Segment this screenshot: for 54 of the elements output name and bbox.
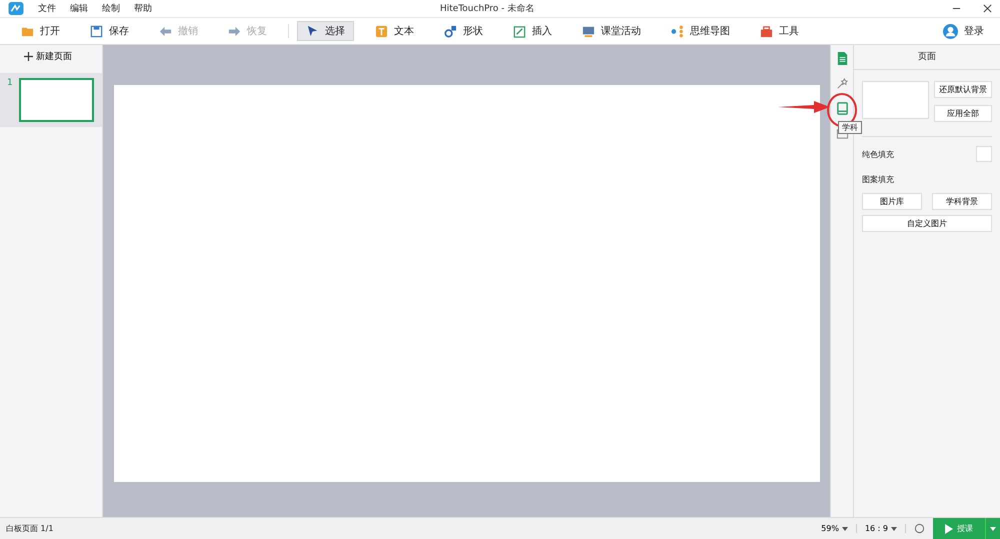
- apply-all-button[interactable]: 应用全部: [934, 105, 992, 122]
- insert-icon: [513, 24, 526, 38]
- presentation-icon: [582, 24, 595, 38]
- page-thumbnail[interactable]: [18, 78, 94, 122]
- refresh-icon[interactable]: [914, 523, 925, 534]
- toolbox-icon: [760, 24, 773, 38]
- tooltip: 学科: [838, 121, 862, 134]
- cursor-icon: [306, 24, 319, 38]
- menu-item[interactable]: 帮助: [134, 2, 152, 15]
- login-link[interactable]: 登录: [964, 24, 984, 38]
- toolbar-button[interactable]: 工具: [751, 21, 808, 41]
- page-settings-icon[interactable]: [836, 52, 848, 65]
- caret-icon: [891, 526, 897, 530]
- reset-background-button[interactable]: 还原默认背景: [934, 81, 992, 98]
- user-avatar-icon[interactable]: [943, 24, 958, 38]
- save-icon: [90, 24, 103, 38]
- color-swatch[interactable]: [976, 146, 992, 162]
- toolbar-button[interactable]: 打开: [12, 21, 69, 41]
- image-library-button[interactable]: 图片库: [862, 193, 922, 210]
- panel-title: 页面: [854, 45, 1000, 70]
- toolbar-button[interactable]: 选择: [297, 21, 354, 41]
- window-title: HiteTouchPro - 未命名: [440, 2, 534, 15]
- new-page-button[interactable]: 新建页面: [24, 50, 72, 63]
- caret-icon: [990, 526, 996, 530]
- mind-map-icon: [671, 24, 684, 38]
- toolbar-button[interactable]: 课堂活动: [573, 21, 650, 41]
- caret-icon: [842, 526, 848, 530]
- shapes-icon: [444, 24, 457, 38]
- redo-icon: [228, 24, 241, 38]
- toolbar-button[interactable]: 思维导图: [662, 21, 739, 41]
- toolbar-button[interactable]: 文本: [366, 21, 423, 41]
- toolbar-button[interactable]: 插入: [504, 21, 561, 41]
- close-icon[interactable]: [983, 4, 992, 13]
- undo-icon: [159, 24, 172, 38]
- page-counter: 白板页面 1/1: [6, 523, 54, 534]
- pattern-fill-label: 图案填充: [862, 174, 895, 185]
- ratio-dropdown[interactable]: 16 : 9: [856, 524, 906, 533]
- solid-fill-label: 纯色填充: [862, 148, 894, 160]
- toolbar-button[interactable]: 保存: [81, 21, 138, 41]
- magic-wand-icon[interactable]: [836, 77, 848, 90]
- subject-background-button[interactable]: 学科背景: [932, 193, 992, 210]
- page-number: 1: [7, 78, 13, 90]
- play-icon: [945, 524, 953, 534]
- text-icon: [375, 24, 388, 38]
- background-preview: [862, 81, 929, 119]
- teach-dropdown[interactable]: [985, 518, 1000, 539]
- menu-item[interactable]: 绘制: [102, 2, 120, 15]
- toolbar-button[interactable]: 形状: [435, 21, 492, 41]
- subject-book-icon[interactable]: [836, 102, 848, 115]
- plus-icon: [24, 52, 33, 61]
- zoom-dropdown[interactable]: 59%: [813, 524, 857, 533]
- menu-item[interactable]: 文件: [38, 2, 56, 15]
- menu-item[interactable]: 编辑: [70, 2, 88, 15]
- custom-image-button[interactable]: 自定义图片: [862, 215, 992, 232]
